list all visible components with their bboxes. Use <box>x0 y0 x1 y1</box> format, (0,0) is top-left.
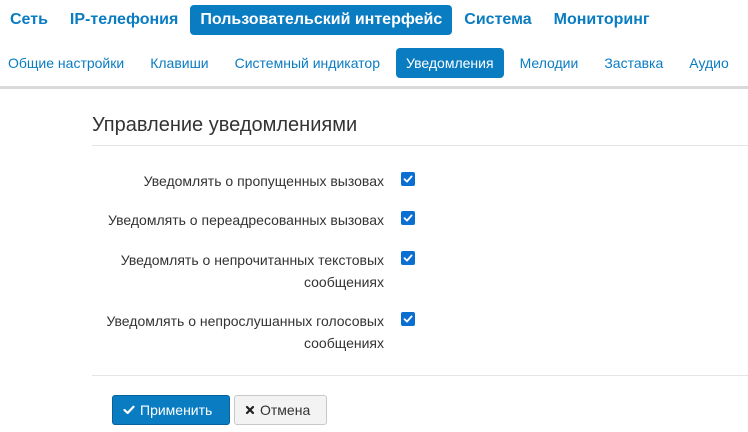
forwarded-calls-checkbox[interactable] <box>401 211 415 225</box>
main-nav-network[interactable]: Сеть <box>0 5 58 35</box>
check-icon <box>403 175 413 183</box>
tab-audio[interactable]: Аудио <box>679 48 739 78</box>
tab-keys[interactable]: Клавиши <box>140 48 218 78</box>
sub-nav-divider <box>0 86 748 89</box>
tab-melodies[interactable]: Мелодии <box>510 48 589 78</box>
main-nav-user-interface[interactable]: Пользовательский интерфейс <box>190 5 453 35</box>
tab-notifications[interactable]: Уведомления <box>396 48 504 78</box>
option-label-unread-messages: Уведомлять о непрочитанных текстовых соо… <box>84 249 384 293</box>
option-label-line: сообщениях <box>303 274 384 290</box>
cancel-button[interactable]: Отмена <box>234 395 327 425</box>
main-nav: Сеть IP-телефония Пользовательский интер… <box>0 5 662 35</box>
option-label-line: Уведомлять о пропущенных вызовах <box>143 173 384 189</box>
option-label-line: Уведомлять о непрослушанных голосовых <box>106 313 384 329</box>
option-label-line: сообщениях <box>303 335 384 351</box>
section-divider <box>92 145 748 146</box>
check-icon <box>403 315 413 323</box>
main-nav-system[interactable]: Система <box>454 5 541 35</box>
option-label-unheard-voicemail: Уведомлять о непрослушанных голосовых со… <box>84 310 384 354</box>
check-icon <box>123 405 135 415</box>
cancel-button-label: Отмена <box>260 402 311 418</box>
unread-messages-checkbox[interactable] <box>401 251 415 265</box>
apply-button-label: Применить <box>140 402 213 418</box>
option-label-forwarded-calls: Уведомлять о переадресованных вызовах <box>84 209 384 231</box>
tab-system-indicator[interactable]: Системный индикатор <box>225 48 390 78</box>
main-nav-monitoring[interactable]: Мониторинг <box>544 5 660 35</box>
sub-nav: Общие настройки Клавиши Системный индика… <box>0 48 745 78</box>
missed-calls-checkbox[interactable] <box>401 172 415 186</box>
option-label-line: Уведомлять о непрочитанных текстовых <box>120 252 384 268</box>
apply-button[interactable]: Применить <box>112 395 230 425</box>
close-icon <box>245 405 255 415</box>
main-nav-ip-telephony[interactable]: IP-телефония <box>60 5 188 35</box>
page: Сеть IP-телефония Пользовательский интер… <box>0 0 748 432</box>
option-label-missed-calls: Уведомлять о пропущенных вызовах <box>84 170 384 192</box>
option-label-line: Уведомлять о переадресованных вызовах <box>108 212 384 228</box>
tab-general-settings[interactable]: Общие настройки <box>0 48 134 78</box>
tab-screensaver[interactable]: Заставка <box>594 48 673 78</box>
unheard-voicemail-checkbox[interactable] <box>401 312 415 326</box>
check-icon <box>403 214 413 222</box>
section-title: Управление уведомлениями <box>92 114 358 136</box>
check-icon <box>403 254 413 262</box>
form-footer-divider <box>92 375 748 376</box>
